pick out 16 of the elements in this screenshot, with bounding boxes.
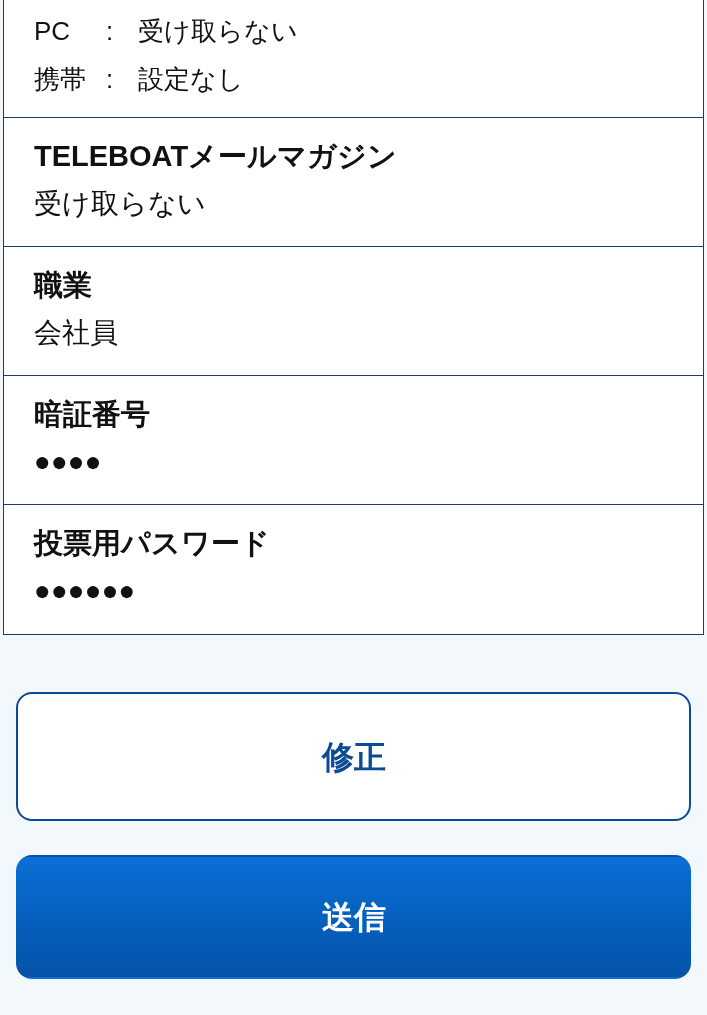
field-value: ●●●● (34, 445, 102, 479)
send-button[interactable]: 送信 (16, 855, 691, 979)
field-label: TELEBOATメールマガジン (34, 139, 398, 174)
field-label: 暗証番号 (34, 397, 150, 432)
setting-value: 受け取らない (138, 15, 298, 48)
colon-separator: : (106, 15, 115, 48)
colon-separator: : (106, 63, 115, 96)
device-label: PC (34, 15, 72, 48)
device-label: 携帯 (34, 63, 87, 96)
field-value: 会社員 (34, 316, 118, 350)
field-value: 受け取らない (34, 187, 206, 221)
field-label: 職業 (34, 268, 92, 303)
edit-button[interactable]: 修正 (16, 692, 691, 821)
field-value: ●●●●●● (34, 574, 136, 608)
setting-value: 設定なし (138, 63, 244, 96)
field-label: 投票用パスワード (34, 526, 270, 561)
